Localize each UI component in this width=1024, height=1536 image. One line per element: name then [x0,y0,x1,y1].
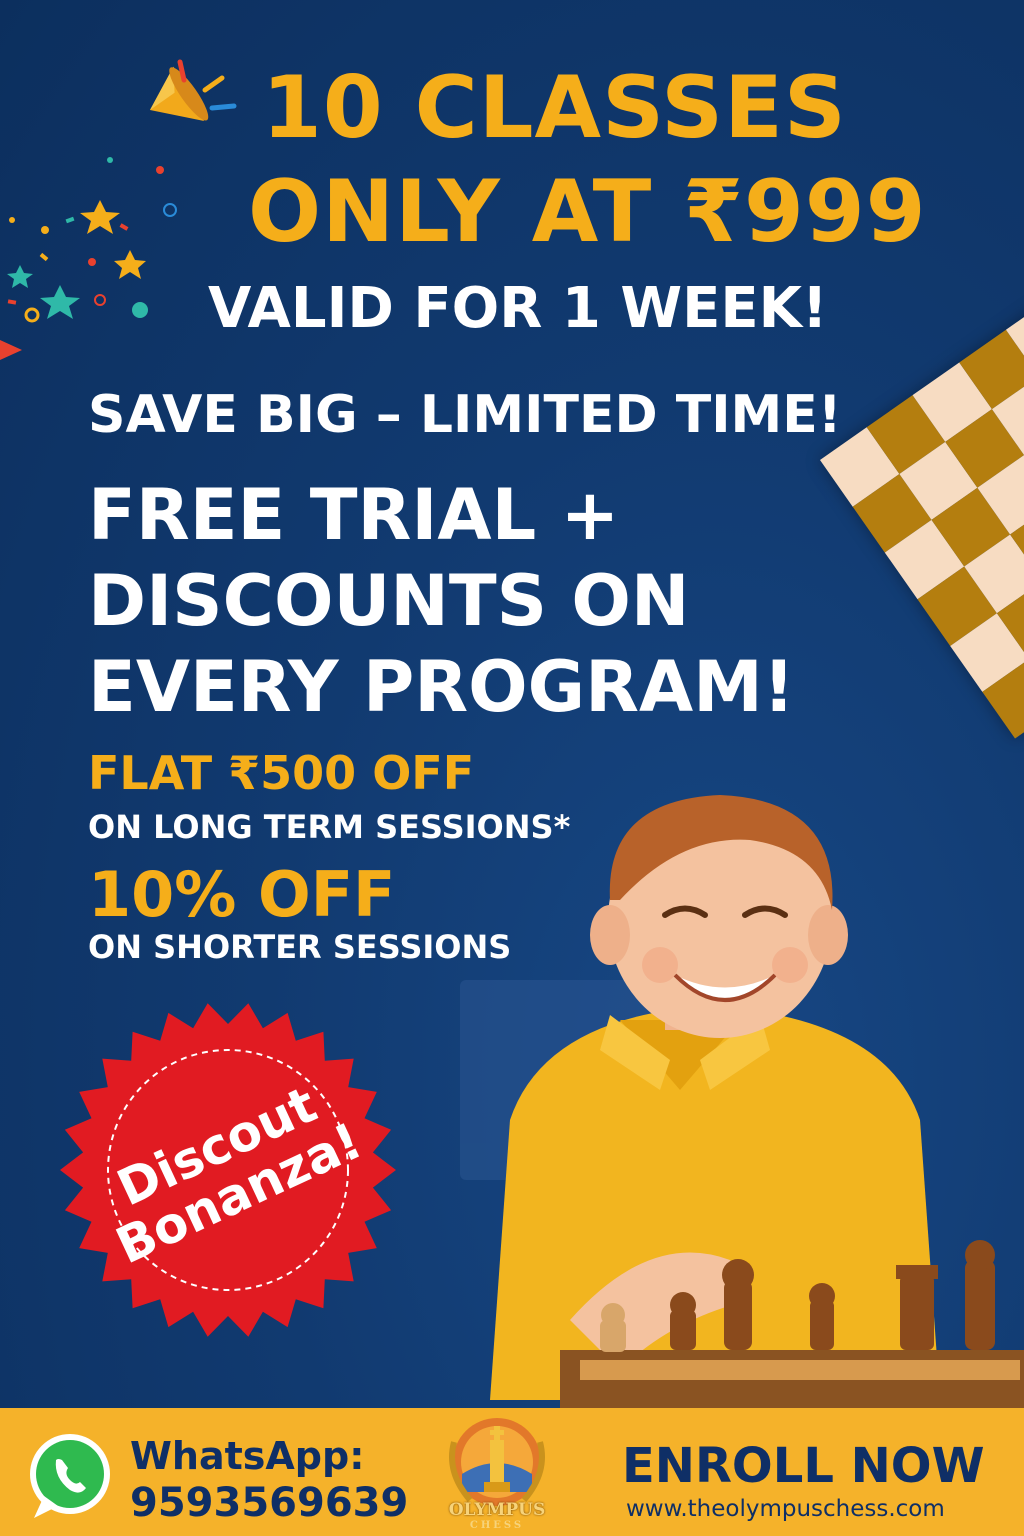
footer-bar: WhatsApp: 9593569639 OLYMPUS CHESS ENROL… [0,1408,1024,1536]
free-trial-line-1: FREE TRIAL + [88,474,620,556]
logo-text-chess: CHESS [469,1520,525,1531]
validity-text: VALID FOR 1 WEEK! [208,276,828,341]
whatsapp-label: WhatsApp: [130,1434,365,1478]
headline-line-1: 10 CLASSES [262,58,847,158]
free-trial-line-2: DISCOUNTS ON [88,560,690,642]
kid-playing-chess-image [460,795,1024,1410]
whatsapp-icon[interactable] [24,1430,116,1522]
offer-10-percent-title: 10% OFF [88,858,396,931]
discount-bonanza-badge: Discout Bonanza! [58,1000,398,1340]
enroll-now-button[interactable]: ENROLL NOW [622,1438,985,1494]
offer-flat-500-title: FLAT ₹500 OFF [88,746,475,800]
checkerboard-decoration [820,265,1024,739]
headline-line-2: ONLY AT ₹999 [248,162,927,262]
free-trial-line-3: EVERY PROGRAM! [88,646,795,728]
promo-poster: 10 CLASSES ONLY AT ₹999 VALID FOR 1 WEEK… [0,0,1024,1536]
website-link[interactable]: www.theolympuschess.com [626,1496,945,1522]
logo-text-olympus: OLYMPUS [448,1500,546,1520]
whatsapp-number[interactable]: 9593569639 [130,1480,408,1526]
save-big-text: SAVE BIG – LIMITED TIME! [88,385,842,445]
